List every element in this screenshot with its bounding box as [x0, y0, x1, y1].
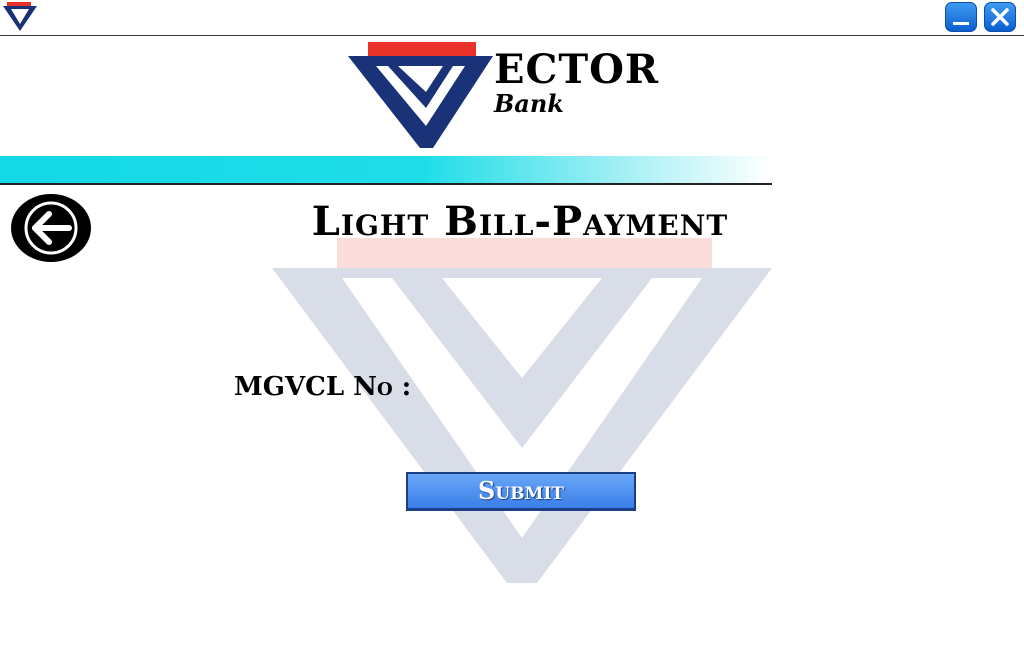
mgvcl-number-label: MGVCL No :	[234, 372, 412, 402]
minimize-button[interactable]	[945, 2, 977, 32]
header-divider	[0, 156, 772, 185]
vector-v-icon	[348, 42, 493, 148]
arrow-left-icon	[24, 201, 78, 255]
minimize-icon	[953, 22, 969, 25]
logo-watermark	[272, 238, 772, 588]
page-title: Light Bill-Payment	[311, 198, 729, 245]
logo-wordmark: ECTOR	[494, 46, 660, 93]
back-button[interactable]	[11, 194, 91, 262]
close-button[interactable]	[984, 2, 1016, 32]
vector-bank-logo: ECTOR Bank	[348, 42, 668, 150]
close-icon	[991, 8, 1009, 26]
vector-logo-icon	[3, 2, 37, 32]
submit-button[interactable]: Submit	[406, 472, 636, 511]
logo-subtitle: Bank	[494, 89, 564, 118]
title-bar	[0, 0, 1024, 36]
mgvcl-number-input[interactable]	[446, 368, 780, 406]
